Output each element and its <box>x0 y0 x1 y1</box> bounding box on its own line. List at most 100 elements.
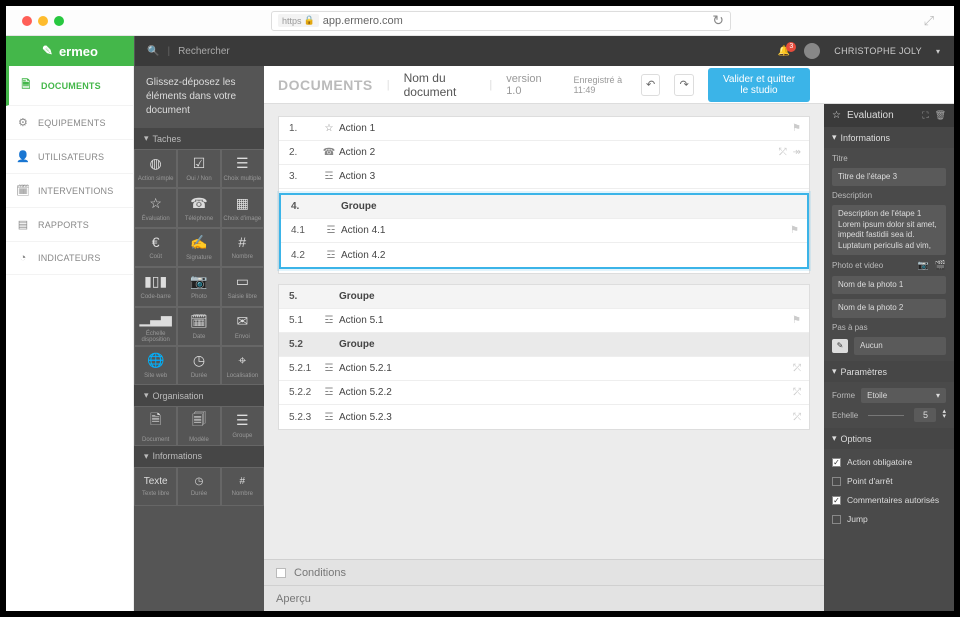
date-icon: 🗓 <box>190 313 208 330</box>
photo-item[interactable]: Nom de la photo 1 <box>832 276 946 294</box>
step-row[interactable]: 1.☆Action 1⚑ <box>279 117 809 141</box>
checkbox-point-arret[interactable]: Point d'arrêt <box>832 474 946 488</box>
tool-cout[interactable]: €Coût <box>134 228 177 267</box>
group-header[interactable]: 4.Groupe <box>281 195 807 219</box>
tool-modele[interactable]: 🗐Modèle <box>177 406 220 445</box>
tool-action-simple[interactable]: ◍Action simple <box>134 149 177 188</box>
phone-icon: ☎ <box>190 195 207 212</box>
field-pas[interactable]: Aucun <box>854 337 946 355</box>
field-description[interactable]: Description de l'étape 1 Lorem ipsum dol… <box>832 205 946 255</box>
tool-photo[interactable]: 📷Photo <box>177 267 220 306</box>
step-row[interactable]: 4.2☲Action 4.2 <box>281 243 807 267</box>
checkbox-jump[interactable]: Jump <box>832 512 946 526</box>
tool-envoi[interactable]: ✉Envoi <box>221 307 264 346</box>
photo-item[interactable]: Nom de la photo 2 <box>832 299 946 317</box>
document-name[interactable]: Nom du document <box>404 71 476 99</box>
group-header[interactable]: 5.Groupe <box>279 285 809 309</box>
checkbox-commentaires[interactable]: ✓Commentaires autorisés <box>832 493 946 507</box>
brand-logo[interactable]: ✎ ermeo <box>6 36 134 66</box>
url-bar[interactable]: https 🔒 app.ermero.com <box>271 11 731 31</box>
expand-icon[interactable]: ⤢ <box>924 13 934 29</box>
page-title: DOCUMENTS <box>278 77 373 93</box>
step-row[interactable]: 5.2.1☲Action 5.2.1⤱ <box>279 357 809 381</box>
label-description: Description <box>832 191 946 200</box>
tool-choix-multiple[interactable]: ☰Choix multiple <box>221 149 264 188</box>
selected-group[interactable]: 4.Groupe 4.1☲Action 4.1⚑ 4.2☲Action 4.2 <box>279 193 809 269</box>
expand-prop-icon[interactable]: ⛶ <box>922 110 928 121</box>
nav-interventions[interactable]: 🗓INTERVENTIONS <box>6 174 133 208</box>
tool-signature[interactable]: ✍Signature <box>177 228 220 267</box>
tool-echelle[interactable]: ▁▃▅Échelle disposition <box>134 307 177 346</box>
nav-rapports[interactable]: ▤RAPPORTS <box>6 208 133 242</box>
tool-localisation[interactable]: ⌖Localisation <box>221 346 264 385</box>
branch-icon: ⤱ <box>793 412 809 423</box>
tool-oui-non[interactable]: ☑Oui / Non <box>177 149 220 188</box>
group-header[interactable]: 5.2Groupe <box>279 333 809 357</box>
tool-code-barre[interactable]: ▮▯▮Code-barre <box>134 267 177 306</box>
avatar[interactable] <box>804 43 820 59</box>
palette-section-taches[interactable]: ▾ Taches <box>134 128 264 149</box>
image-grid-icon: ▦ <box>236 195 249 212</box>
nav-indicateurs[interactable]: ◔INDICATEURS <box>6 242 133 275</box>
nav-equipements[interactable]: ⚙EQUIPEMENTS <box>6 106 133 140</box>
tool-document[interactable]: 🗎Document <box>134 406 177 445</box>
stepper-icon[interactable]: ▴▾ <box>942 410 946 420</box>
document-header: DOCUMENTS | Nom du document | version 1.… <box>264 66 824 104</box>
section-informations[interactable]: ▾ Informations <box>824 127 954 148</box>
chevron-down-icon[interactable]: ▾ <box>936 47 940 56</box>
branch-icon: ⤱ <box>779 147 787 158</box>
tool-site-web[interactable]: 🌐Site web <box>134 346 177 385</box>
template-icon: 🗐 <box>192 409 206 433</box>
validate-button[interactable]: Valider et quitter le studio <box>708 68 810 102</box>
undo-button[interactable]: ↶ <box>641 74 661 96</box>
section-options[interactable]: ▾ Options <box>824 428 954 449</box>
reload-icon[interactable]: ↻ <box>712 12 724 29</box>
select-forme[interactable]: Etoile▾ <box>861 388 946 403</box>
delete-prop-icon[interactable]: 🗑 <box>935 110 946 121</box>
barcode-icon: ▮▯▮ <box>144 273 167 290</box>
checkbox-action-obligatoire[interactable]: ✓Action obligatoire <box>832 455 946 469</box>
step-row[interactable]: 5.1☲Action 5.1⚑ <box>279 309 809 333</box>
label-pas: Pas à pas <box>832 323 946 332</box>
step-row[interactable]: 3.☲Action 3 <box>279 165 809 189</box>
tool-nombre2[interactable]: #Nombre <box>221 467 264 506</box>
step-row[interactable]: 2.☎Action 2⤱↠ <box>279 141 809 165</box>
gear-icon: ⚙ <box>16 116 30 129</box>
search-icon: 🔍 <box>147 46 159 57</box>
tool-groupe[interactable]: ☰Groupe <box>221 406 264 445</box>
tool-nombre[interactable]: #Nombre <box>221 228 264 267</box>
accordion-conditions[interactable]: Conditions <box>264 559 824 585</box>
notifications-icon[interactable]: 🔔3 <box>778 46 790 57</box>
redo-button[interactable]: ↷ <box>674 74 694 96</box>
nav-documents[interactable]: 🗎DOCUMENTS <box>6 66 133 106</box>
palette-section-informations[interactable]: ▾ Informations <box>134 446 264 467</box>
phone-icon: ☎ <box>319 147 339 158</box>
tool-telephone[interactable]: ☎Téléphone <box>177 188 220 227</box>
echelle-value[interactable]: 5 <box>914 408 936 422</box>
palette-section-organisation[interactable]: ▾ Organisation <box>134 385 264 406</box>
step-row[interactable]: 5.2.2☲Action 5.2.2⤱ <box>279 381 809 405</box>
url-text: app.ermero.com <box>323 15 403 27</box>
tool-choix-image[interactable]: ▦Choix d'image <box>221 188 264 227</box>
tool-duree2[interactable]: ◷Durée <box>177 467 220 506</box>
edit-icon[interactable]: ✎ <box>832 339 848 353</box>
section-parametres[interactable]: ▾ Paramètres <box>824 361 954 382</box>
tool-texte[interactable]: TexteTexte libre <box>134 467 177 506</box>
nav-utilisateurs[interactable]: 👤UTILISATEURS <box>6 140 133 174</box>
step-row[interactable]: 4.1☲Action 4.1⚑ <box>281 219 807 243</box>
accordion-apercu[interactable]: Aperçu <box>264 585 824 611</box>
tool-palette: Glissez-déposez les éléments dans votre … <box>134 66 264 611</box>
step-row[interactable]: 5.2.3☲Action 5.2.3⤱ <box>279 405 809 429</box>
field-titre[interactable]: Titre de l'étape 3 <box>832 168 946 186</box>
canvas[interactable]: 1.☆Action 1⚑ 2.☎Action 2⤱↠ 3.☲Action 3 4… <box>264 104 824 559</box>
video-icon[interactable]: 🎬 <box>935 260 946 271</box>
window-controls[interactable] <box>22 16 64 26</box>
global-search[interactable]: 🔍 | Rechercher <box>134 36 242 66</box>
tool-saisie-libre[interactable]: ▭Saisie libre <box>221 267 264 306</box>
tool-evaluation[interactable]: ☆Évaluation <box>134 188 177 227</box>
tool-duree[interactable]: ◷Durée <box>177 346 220 385</box>
user-name[interactable]: CHRISTOPHE JOLY <box>834 46 922 56</box>
camera-icon[interactable]: 📷 <box>918 260 929 271</box>
tool-date[interactable]: 🗓Date <box>177 307 220 346</box>
palette-hint: Glissez-déposez les éléments dans votre … <box>134 66 264 128</box>
